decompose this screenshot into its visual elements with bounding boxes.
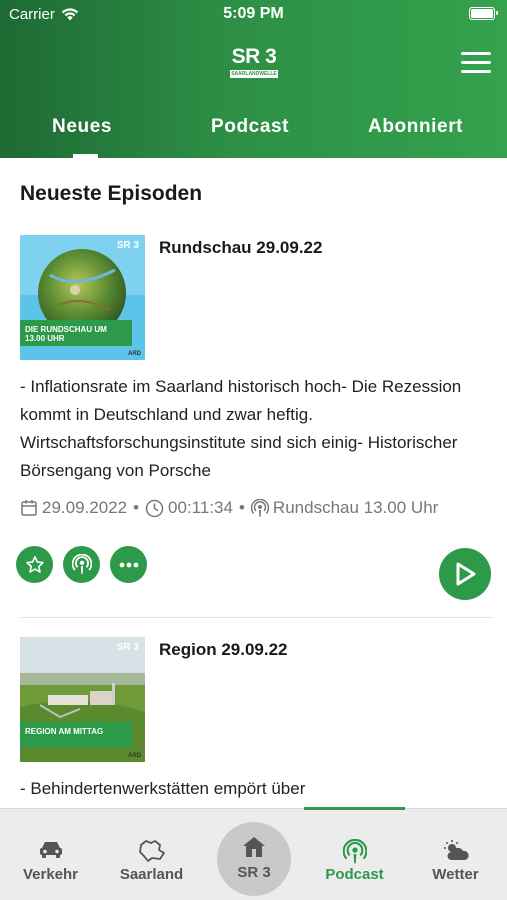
cover-label: DIE RUNDSCHAU UM 13.00 UHR: [20, 320, 132, 346]
episode-list[interactable]: Neueste Episoden SR 3 DIE RUNDSCHAU UM 1…: [0, 158, 507, 808]
home-icon: [243, 837, 265, 857]
cover-sr3-badge: SR 3: [116, 642, 139, 653]
play-button[interactable]: [439, 548, 491, 600]
episode-cover-image[interactable]: SR 3 REGION AM MITTAG ARD: [20, 637, 145, 762]
episode-title[interactable]: Region 29.09.22: [159, 640, 288, 660]
nav-sr3-home[interactable]: SR 3: [217, 822, 291, 896]
nav-label: Wetter: [432, 866, 479, 883]
car-icon: [39, 842, 62, 858]
tab-podcast[interactable]: Podcast: [211, 116, 289, 138]
episode-meta: 29.09.2022 • 00:11:34 • Rundschau 13.00 …: [20, 498, 438, 518]
logo-text: SR 3: [231, 45, 277, 68]
bottom-navigation: Verkehr Saarland SR 3 Podcast Wetter: [0, 807, 507, 900]
favorite-button[interactable]: [16, 546, 53, 583]
more-options-button[interactable]: [110, 546, 147, 583]
nav-label: Podcast: [325, 866, 384, 883]
hamburger-menu-icon[interactable]: [461, 52, 491, 74]
status-bar: Carrier 5:09 PM: [0, 0, 507, 28]
episode-description: - Behindertenwerkstätten empört über: [20, 779, 306, 798]
saarland-map-icon: [138, 840, 165, 862]
weather-icon: [443, 840, 469, 860]
episode-podcast-name: Rundschau 13.00 Uhr: [272, 498, 439, 517]
more-dots-icon: [119, 562, 138, 567]
podcast-icon: [342, 839, 367, 864]
nav-label: SR 3: [237, 864, 271, 881]
cover-sr3-badge: SR 3: [116, 240, 139, 251]
calendar-icon: [21, 500, 37, 516]
clock-icon: [145, 499, 164, 517]
clock: 5:09 PM: [223, 5, 284, 22]
tab-abonniert[interactable]: Abonniert: [368, 116, 463, 138]
podcast-icon: [250, 498, 269, 517]
episode-actions: [16, 546, 147, 583]
nav-saarland[interactable]: Saarland: [101, 809, 202, 900]
play-icon: [456, 562, 476, 586]
sr3-logo: SR 3 SAARLANDWELLE: [229, 46, 279, 80]
nav-verkehr[interactable]: Verkehr: [0, 809, 101, 900]
nav-podcast[interactable]: Podcast: [304, 809, 405, 900]
episode-duration: 00:11:34: [168, 498, 233, 517]
ard-logo: ARD: [128, 753, 141, 759]
nav-label: Verkehr: [22, 866, 79, 883]
logo-subtext: SAARLANDWELLE: [230, 70, 278, 78]
battery-icon: [469, 7, 498, 20]
episode-description: - Inflationsrate im Saarland historisch …: [20, 377, 462, 480]
episode-cover-image[interactable]: SR 3 DIE RUNDSCHAU UM 13.00 UHR ARD: [20, 235, 145, 360]
episode-divider: [20, 617, 493, 618]
app-header: Carrier 5:09 PM SR 3 SAARLANDWELLE Neues…: [0, 0, 507, 158]
star-icon: [25, 555, 44, 573]
cover-label: REGION AM MITTAG: [20, 722, 132, 748]
episode-title[interactable]: Rundschau 29.09.22: [159, 238, 322, 258]
nav-wetter[interactable]: Wetter: [405, 809, 506, 900]
episode-date: 29.09.2022: [42, 498, 128, 517]
tab-neues[interactable]: Neues: [52, 116, 112, 138]
podcast-icon: [71, 554, 92, 574]
ard-logo: ARD: [128, 351, 141, 357]
section-title: Neueste Episoden: [20, 182, 203, 205]
podcast-detail-button[interactable]: [63, 546, 100, 583]
meta-separator: •: [133, 498, 140, 517]
top-tabs: Neues Podcast Abonniert: [0, 110, 507, 158]
nav-label: Saarland: [119, 866, 184, 883]
meta-separator: •: [238, 498, 245, 517]
